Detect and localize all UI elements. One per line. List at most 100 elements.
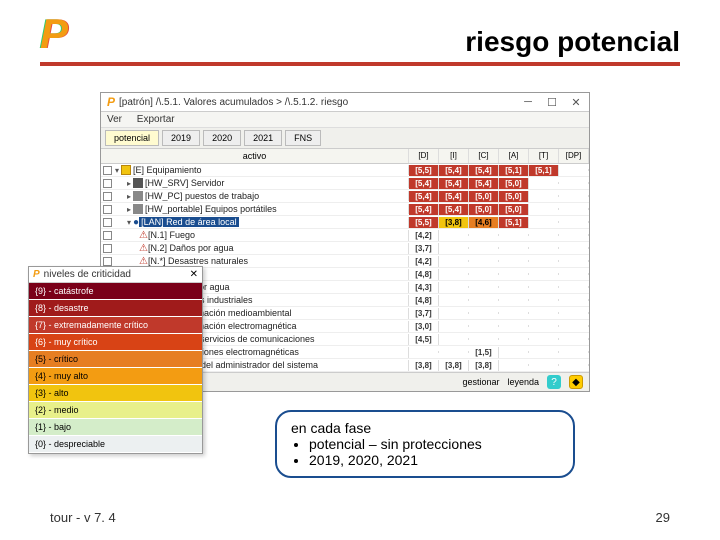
risk-value-cell — [529, 299, 559, 301]
grid-row[interactable]: [N.2] Daños por agua[3,7] — [101, 242, 589, 255]
risk-value-cell: [4,2] — [409, 230, 439, 241]
tree-cell[interactable]: ▸ [HW_portable] Equipos portátiles — [101, 204, 409, 214]
tree-toggle-icon[interactable]: ▸ — [127, 205, 131, 214]
risk-value-cell — [529, 182, 559, 184]
tab-FNS[interactable]: FNS — [285, 130, 321, 146]
legend-level: {9} - catástrofe — [29, 283, 202, 300]
row-checkbox[interactable] — [103, 166, 112, 175]
tree-cell[interactable]: ▾ [E] Equipamiento — [101, 165, 409, 175]
tree-toggle-icon[interactable]: ▸ — [127, 179, 131, 188]
risk-value-cell: [1,5] — [469, 347, 499, 358]
risk-value-cell — [469, 338, 499, 340]
risk-value-cell: [3,7] — [409, 308, 439, 319]
tree-toggle-icon[interactable]: ▾ — [115, 166, 119, 175]
risk-value-cell — [499, 364, 529, 366]
risk-value-cell — [499, 299, 529, 301]
risk-value-cell: [3,8] — [469, 360, 499, 371]
window-titlebar: P [patrón] /\.5.1. Valores acumulados > … — [101, 93, 589, 112]
risk-value-cell: [5,0] — [499, 191, 529, 202]
tree-cell[interactable]: ▸ [HW_PC] puestos de trabajo — [101, 191, 409, 201]
tab-2020[interactable]: 2020 — [203, 130, 241, 146]
menu-exportar[interactable]: Exportar — [137, 114, 175, 125]
risk-value-cell: [5,4] — [469, 178, 499, 189]
risk-value-cell: [3,8] — [439, 217, 469, 228]
row-checkbox[interactable] — [103, 244, 112, 253]
grid-row[interactable]: ▸ [HW_portable] Equipos portátiles[5,4][… — [101, 203, 589, 216]
row-checkbox[interactable] — [103, 192, 112, 201]
risk-value-cell — [529, 286, 559, 288]
legend-level: {4} - muy alto — [29, 368, 202, 385]
risk-value-cell — [409, 351, 439, 353]
risk-value-cell: [5,5] — [409, 217, 439, 228]
tb-leyenda[interactable]: leyenda — [507, 377, 539, 387]
menu-ver[interactable]: Ver — [107, 114, 122, 125]
maximize-button[interactable]: ☐ — [545, 96, 559, 108]
risk-value-cell — [439, 351, 469, 353]
grid-row[interactable]: ▾ [E] Equipamiento[5,5][5,4][5,4][5,1][5… — [101, 164, 589, 177]
help-icon[interactable]: ◆ — [569, 375, 583, 389]
info-icon[interactable]: ? — [547, 375, 561, 389]
risk-value-cell — [499, 234, 529, 236]
col-header: [A] — [499, 149, 529, 163]
risk-value-cell — [559, 299, 589, 301]
tree-cell[interactable]: ▸ [HW_SRV] Servidor — [101, 178, 409, 188]
row-checkbox[interactable] — [103, 205, 112, 214]
tree-cell[interactable]: [N.*] Desastres naturales — [101, 256, 409, 267]
tree-cell[interactable]: [N.1] Fuego — [101, 230, 409, 241]
tab-2021[interactable]: 2021 — [244, 130, 282, 146]
risk-value-cell: [5,1] — [529, 165, 559, 176]
tree-label: [HW_portable] Equipos portátiles — [145, 204, 277, 214]
risk-value-cell — [529, 208, 559, 210]
risk-value-cell: [4,8] — [409, 295, 439, 306]
grid-row[interactable]: ▸ [HW_PC] puestos de trabajo[5,4][5,4][5… — [101, 190, 589, 203]
risk-value-cell — [529, 260, 559, 262]
tree-toggle-icon[interactable]: ▸ — [127, 192, 131, 201]
risk-value-cell — [559, 325, 589, 327]
risk-value-cell — [469, 312, 499, 314]
risk-value-cell: [4,6] — [469, 217, 499, 228]
legend-level: {0} - despreciable — [29, 436, 202, 453]
tree-cell[interactable]: ▾ [LAN] Red de área local — [101, 217, 409, 228]
col-header: [C] — [469, 149, 499, 163]
risk-value-cell — [529, 195, 559, 197]
tree-toggle-icon[interactable]: ▾ — [127, 218, 131, 227]
legend-app-icon: P — [33, 269, 40, 280]
risk-value-cell: [5,0] — [469, 204, 499, 215]
page-number: 29 — [656, 510, 670, 525]
tree-label: [HW_PC] puestos de trabajo — [145, 191, 259, 201]
tree-cell[interactable]: [N.2] Daños por agua — [101, 243, 409, 254]
close-button[interactable]: ✕ — [569, 96, 583, 108]
tree-label: [N.*] Desastres naturales — [148, 256, 248, 266]
risk-value-cell — [559, 312, 589, 314]
tab-potencial[interactable]: potencial — [105, 130, 159, 146]
risk-value-cell — [529, 364, 559, 366]
risk-value-cell — [529, 325, 559, 327]
row-checkbox[interactable] — [103, 231, 112, 240]
tab-2019[interactable]: 2019 — [162, 130, 200, 146]
row-checkbox[interactable] — [103, 257, 112, 266]
risk-value-cell — [529, 312, 559, 314]
row-checkbox[interactable] — [103, 218, 112, 227]
legend-window: P niveles de criticidad ✕ {9} - catástro… — [28, 266, 203, 454]
risk-value-cell — [439, 338, 469, 340]
tb-gestionar[interactable]: gestionar — [462, 377, 499, 387]
warning-icon — [139, 230, 148, 241]
risk-value-cell — [439, 286, 469, 288]
col-header: [DP] — [559, 149, 589, 163]
risk-value-cell — [529, 247, 559, 249]
minimize-button[interactable]: ─ — [521, 96, 535, 108]
tree-label: [N.1] Fuego — [148, 230, 195, 240]
risk-value-cell: [3,8] — [439, 360, 469, 371]
grid-row[interactable]: ▾ [LAN] Red de área local[5,5][3,8][4,6]… — [101, 216, 589, 229]
grid-row[interactable]: ▸ [HW_SRV] Servidor[5,4][5,4][5,4][5,0] — [101, 177, 589, 190]
risk-value-cell — [559, 182, 589, 184]
grid-row[interactable]: [N.1] Fuego [4,2] — [101, 229, 589, 242]
risk-value-cell — [439, 260, 469, 262]
pc-icon — [133, 191, 143, 201]
legend-close-button[interactable]: ✕ — [190, 269, 198, 280]
row-checkbox[interactable] — [103, 179, 112, 188]
window-title: [patrón] /\.5.1. Valores acumulados > /\… — [119, 97, 521, 108]
col-activo: activo — [101, 149, 409, 163]
app-icon: P — [107, 95, 115, 109]
grid-header: activo [D][I][C][A][T][DP] — [101, 149, 589, 164]
